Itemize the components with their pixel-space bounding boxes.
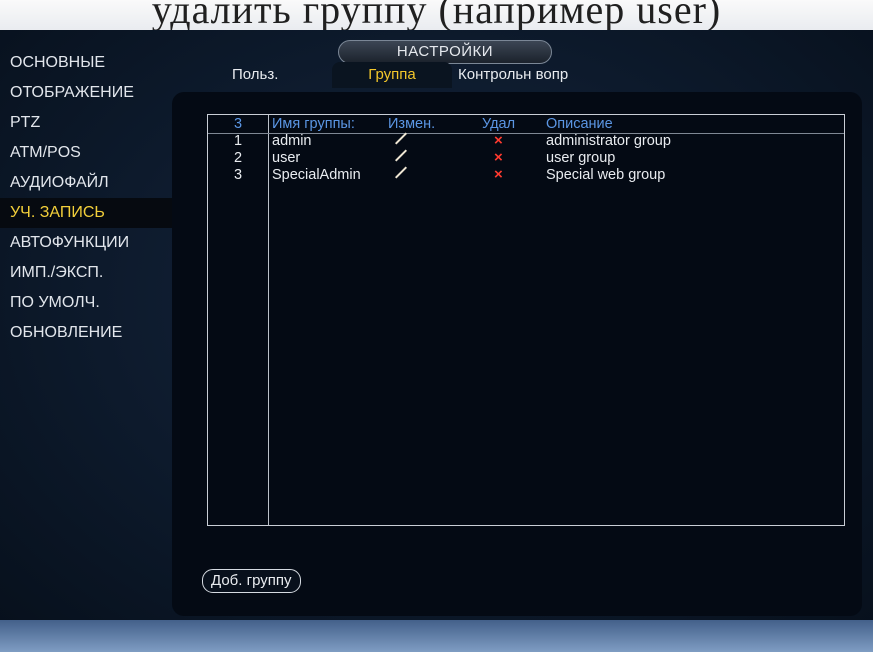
tab-security-questions[interactable]: Контрольн вопр (458, 62, 568, 88)
group-description: Special web group (546, 167, 666, 183)
edit-icon[interactable] (394, 132, 408, 150)
table-row[interactable]: 1 admin × administrator group (208, 132, 844, 150)
delete-icon[interactable]: × (494, 132, 503, 150)
bottom-bar (0, 620, 873, 652)
header-delete: Удал (482, 116, 516, 132)
edit-icon[interactable] (394, 166, 408, 184)
table-row[interactable]: 3 SpecialAdmin × Special web group (208, 166, 844, 184)
sidebar-item-default[interactable]: ПО УМОЛЧ. (0, 288, 172, 318)
dvr-screen: НАСТРОЙКИ ОСНОВНЫЕ ОТОБРАЖЕНИЕ PTZ ATM/P… (0, 30, 873, 630)
delete-icon[interactable]: × (494, 149, 503, 167)
table-row[interactable]: 2 user × user group (208, 149, 844, 167)
group-name: user (272, 150, 301, 166)
edit-icon[interactable] (394, 149, 408, 167)
group-table: 3 Имя группы: Измен. Удал Описание 1 adm… (207, 114, 845, 526)
caption-text: удалить группу (например user) (151, 0, 722, 32)
sidebar-item-update[interactable]: ОБНОВЛЕНИЕ (0, 318, 172, 348)
header-edit: Измен. (388, 116, 436, 132)
group-name: SpecialAdmin (272, 167, 361, 183)
window-title: НАСТРОЙКИ (338, 40, 552, 64)
delete-icon[interactable]: × (494, 166, 503, 184)
header-description: Описание (546, 116, 613, 132)
header-count: 3 (233, 116, 243, 132)
sidebar: ОСНОВНЫЕ ОТОБРАЖЕНИЕ PTZ ATM/POS АУДИОФА… (0, 48, 172, 348)
row-number: 2 (233, 150, 243, 166)
tab-group[interactable]: Группа (332, 62, 452, 88)
group-name: admin (272, 133, 312, 149)
sidebar-item-ptz[interactable]: PTZ (0, 108, 172, 138)
row-number: 3 (233, 167, 243, 183)
sidebar-item-basic[interactable]: ОСНОВНЫЕ (0, 48, 172, 78)
sidebar-item-display[interactable]: ОТОБРАЖЕНИЕ (0, 78, 172, 108)
sidebar-item-auto[interactable]: АВТОФУНКЦИИ (0, 228, 172, 258)
group-description: user group (546, 150, 616, 166)
row-number: 1 (233, 133, 243, 149)
tab-user[interactable]: Польз. (232, 62, 278, 88)
sidebar-item-audio[interactable]: АУДИОФАЙЛ (0, 168, 172, 198)
sidebar-item-atm-pos[interactable]: ATM/POS (0, 138, 172, 168)
group-description: administrator group (546, 133, 671, 149)
header-group-name: Имя группы: (272, 116, 355, 132)
sidebar-item-import-export[interactable]: ИМП./ЭКСП. (0, 258, 172, 288)
sidebar-item-accounts[interactable]: УЧ. ЗАПИСЬ (0, 198, 172, 228)
add-group-button[interactable]: Доб. группу (202, 569, 301, 593)
